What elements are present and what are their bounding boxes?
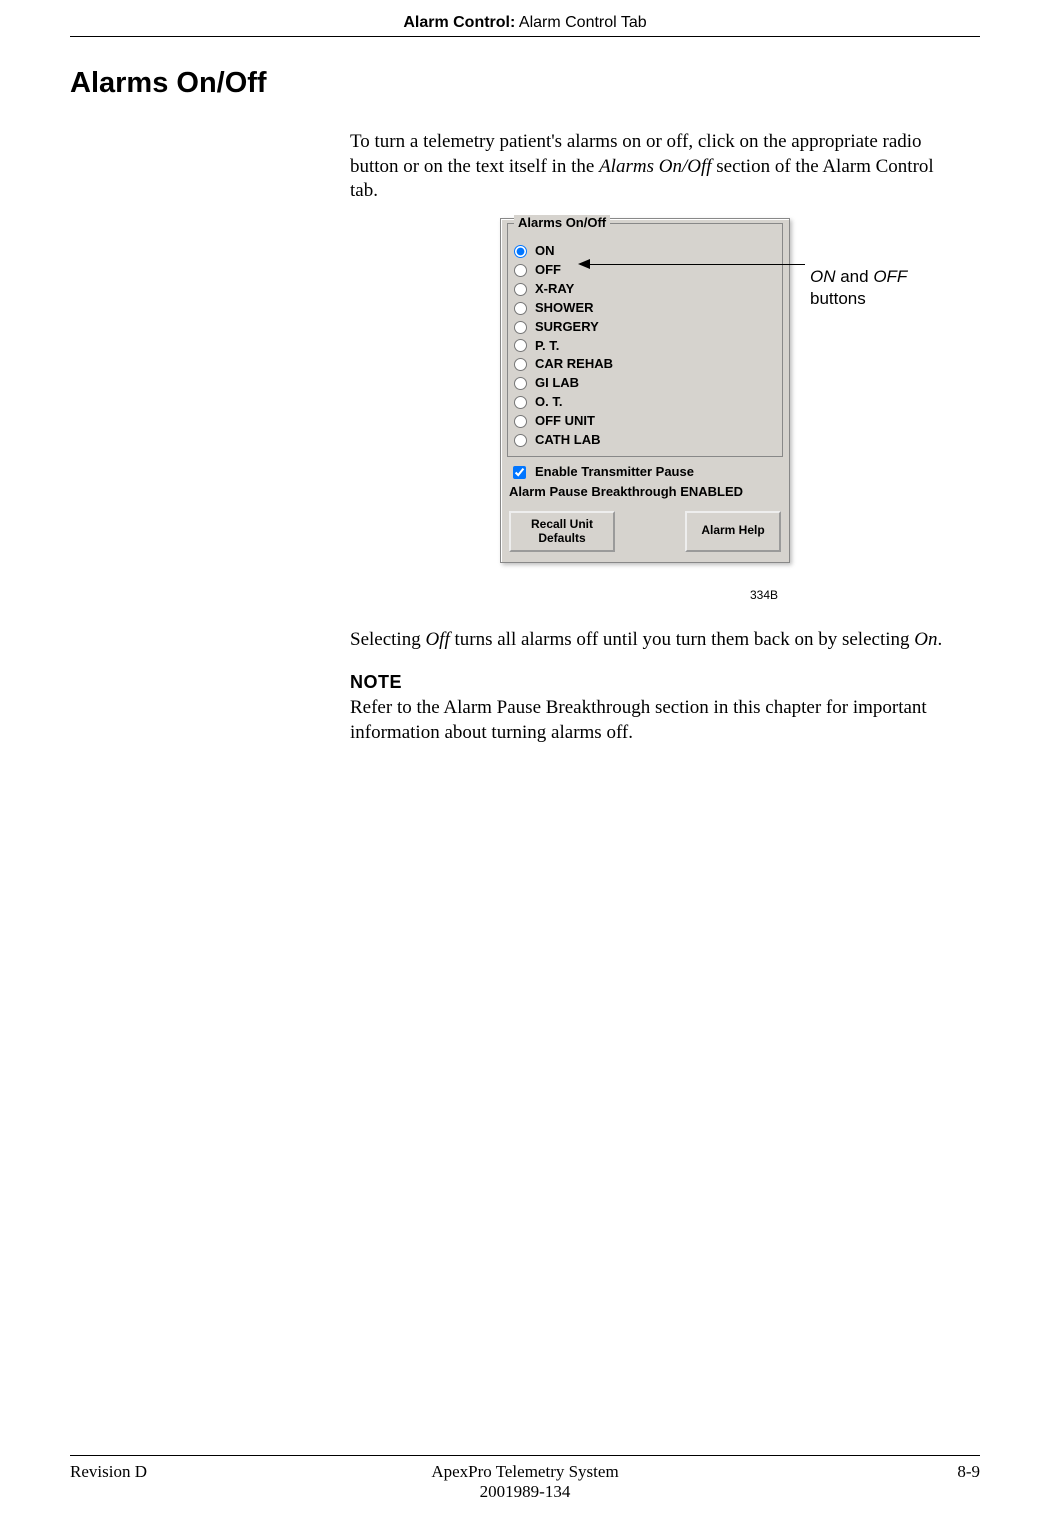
radio-label: CATH LAB [535, 432, 600, 449]
radio-input[interactable] [514, 415, 527, 428]
header-rule [70, 36, 980, 37]
enable-transmitter-pause-checkbox[interactable]: Enable Transmitter Pause [509, 463, 783, 482]
callout-label: ON and OFF buttons [810, 266, 907, 310]
alarm-pause-status: Alarm Pause Breakthrough ENABLED [509, 484, 783, 501]
footer-page-number: 8-9 [840, 1462, 980, 1502]
paragraph-off: Selecting Off turns all alarms off until… [350, 628, 950, 653]
header-rest: Alarm Control Tab [515, 14, 646, 31]
radio-label: CAR REHAB [535, 356, 613, 373]
radio-input[interactable] [514, 283, 527, 296]
groupbox-legend: Alarms On/Off [514, 215, 610, 232]
radio-label: X-RAY [535, 281, 574, 298]
radio-input[interactable] [514, 358, 527, 371]
radio-input[interactable] [514, 377, 527, 390]
page-footer: Revision D ApexPro Telemetry System 2001… [70, 1455, 980, 1502]
running-header: Alarm Control: Alarm Control Tab [70, 14, 980, 36]
checkbox-input[interactable] [513, 466, 526, 479]
radio-input[interactable] [514, 434, 527, 447]
figure-id: 334B [750, 588, 778, 604]
radio-input[interactable] [514, 302, 527, 315]
radio-label: SHOWER [535, 300, 594, 317]
checkbox-label: Enable Transmitter Pause [535, 464, 694, 481]
footer-center: ApexPro Telemetry System 2001989-134 [210, 1462, 840, 1502]
paragraph-intro: To turn a telemetry patient's alarms on … [350, 130, 950, 204]
radio-label: SURGERY [535, 319, 599, 336]
header-bold: Alarm Control: [403, 14, 515, 31]
note-heading: NOTE [350, 671, 950, 694]
button-row: Recall Unit Defaults Alarm Help [507, 511, 783, 552]
radio-option-p-t-[interactable]: P. T. [514, 337, 776, 356]
alarms-groupbox: Alarms On/Off ONOFFX-RAYSHOWERSURGERYP. … [507, 223, 783, 457]
callout-arrow [580, 264, 805, 265]
figure: Alarms On/Off ON OFF X-RAY SHOWER SURGERY P. … [350, 218, 950, 618]
radio-label: O. T. [535, 394, 562, 411]
radio-input[interactable] [514, 245, 527, 258]
radio-option-off-unit[interactable]: OFF UNIT [514, 412, 776, 431]
radio-input[interactable] [514, 396, 527, 409]
section-title: Alarms On/Off [70, 67, 980, 100]
note-body: Refer to the Alarm Pause Breakthrough se… [350, 696, 950, 745]
radio-label: GI LAB [535, 375, 579, 392]
footer-revision: Revision D [70, 1462, 210, 1502]
radio-input[interactable] [514, 264, 527, 277]
radio-label: OFF UNIT [535, 413, 595, 430]
radio-label: P. T. [535, 338, 559, 355]
radio-option-surgery[interactable]: SURGERY [514, 318, 776, 337]
radio-option-gi-lab[interactable]: GI LAB [514, 374, 776, 393]
recall-unit-defaults-button[interactable]: Recall Unit Defaults [509, 511, 615, 552]
radio-input[interactable] [514, 321, 527, 334]
radio-option-shower[interactable]: SHOWER [514, 299, 776, 318]
radio-option-o-t-[interactable]: O. T. [514, 393, 776, 412]
alarm-help-button[interactable]: Alarm Help [685, 511, 781, 552]
alarms-dialog: Alarms On/Off ON OFF X-RAY SHOWER SURGERY P. … [500, 218, 790, 562]
radio-input[interactable] [514, 339, 527, 352]
radio-option-x-ray[interactable]: X-RAY [514, 280, 776, 299]
radio-label: ON [535, 243, 555, 260]
radio-label: OFF [535, 262, 561, 279]
radio-option-car-rehab[interactable]: CAR REHAB [514, 355, 776, 374]
radio-option-cath-lab[interactable]: CATH LAB [514, 431, 776, 450]
radio-option-on[interactable]: ON [514, 242, 776, 261]
